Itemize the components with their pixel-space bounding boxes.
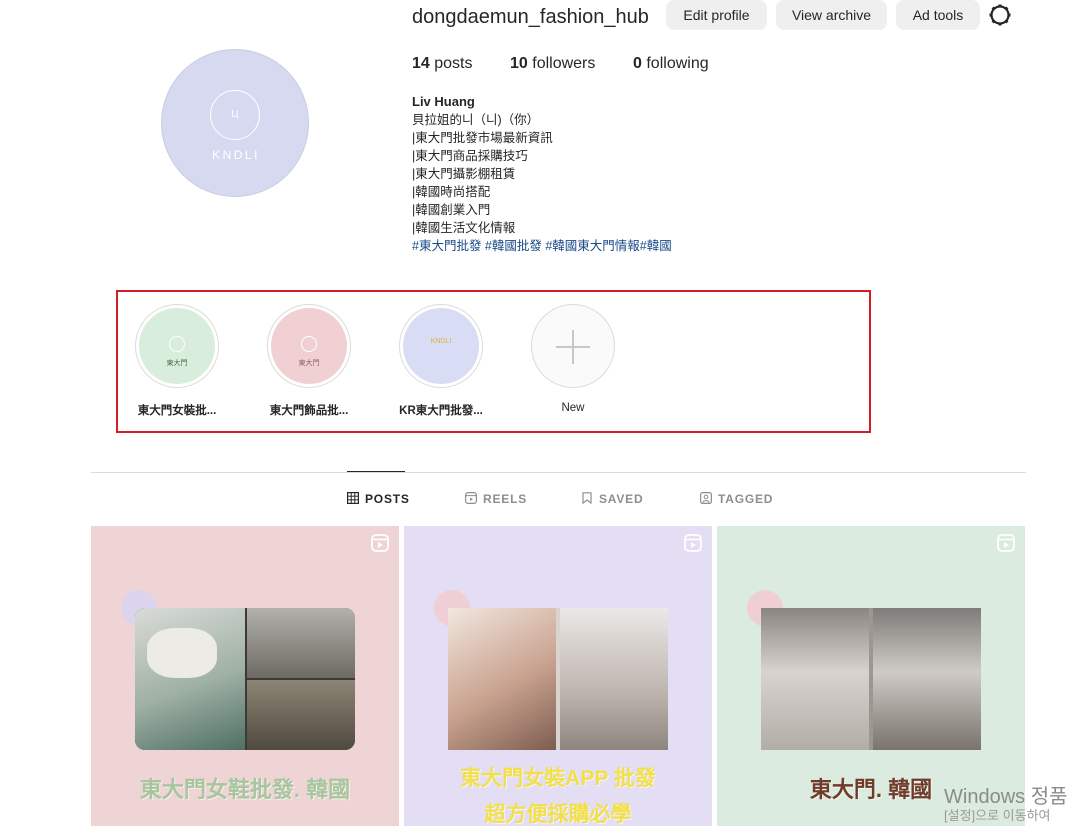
bio-hashtags[interactable]: #東大門批發 #韓國批發 #韓國東大門情報#韓國 — [412, 237, 832, 255]
bio-line: |東大門批發市場最新資訊 — [412, 131, 553, 145]
followers-link[interactable]: 10 followers — [510, 55, 595, 73]
highlight-cover-caption: 東大門 — [298, 360, 320, 367]
highlight-badge-icon — [301, 336, 317, 352]
highlight-1-cover: 東大門 — [139, 308, 215, 384]
avatar-brand-text: KNDLI — [212, 148, 260, 162]
post-tile[interactable]: 東大門女鞋批發. 韓國 — [91, 526, 399, 826]
reel-icon — [684, 534, 702, 552]
bookmark-icon — [582, 492, 592, 504]
bio-line: |韓國生活文化情報 — [412, 221, 516, 235]
profile-bio: Liv Huang 貝拉姐的니（니)（你） |東大門批發市場最新資訊 |東大門商… — [412, 93, 832, 255]
profile-avatar[interactable]: Ц KNDLI — [161, 49, 309, 197]
bio-line: |東大門商品採購技巧 — [412, 149, 528, 163]
gear-icon[interactable] — [988, 3, 1012, 27]
tag-person-icon — [700, 492, 712, 504]
highlight-cover-caption: KNDLI — [430, 338, 452, 345]
bio-line: |韓國創業入門 — [412, 203, 491, 217]
highlight-2[interactable]: 東大門 — [267, 304, 351, 388]
tab-saved-label: SAVED — [599, 492, 644, 506]
view-archive-button[interactable]: View archive — [776, 0, 887, 30]
reel-icon — [997, 534, 1015, 552]
post-photo — [761, 608, 981, 750]
post-subtitle: 超方便採購必學 — [484, 803, 632, 826]
profile-username: dongdaemun_fashion_hub — [412, 6, 649, 28]
tab-posts-label: POSTS — [365, 492, 410, 506]
active-tab-indicator — [347, 471, 405, 472]
reel-icon — [371, 534, 389, 552]
post-title: 東大門女裝APP 批發 — [460, 767, 656, 790]
posts-count-label: posts — [434, 55, 473, 72]
highlight-cover-caption: 東大門 — [166, 360, 188, 367]
tab-tagged-label: TAGGED — [718, 492, 774, 506]
tab-reels-label: REELS — [483, 492, 528, 506]
tab-saved[interactable]: SAVED — [581, 492, 643, 506]
post-title: 東大門女鞋批發. 韓國 — [139, 777, 351, 802]
reels-icon — [465, 492, 477, 504]
bio-name: Liv Huang — [412, 94, 475, 109]
bio-line: |韓國時尚搭配 — [412, 185, 491, 199]
new-highlight-label[interactable]: New — [523, 402, 623, 414]
edit-profile-button[interactable]: Edit profile — [666, 0, 767, 30]
following-count-label: following — [646, 55, 709, 72]
posts-count: 14 posts — [412, 55, 473, 73]
tabs-divider — [91, 472, 1026, 473]
highlight-3-label[interactable]: KR東大門批發... — [391, 402, 491, 418]
post-tile[interactable]: 東大門女裝APP 批發 超方便採購必學 — [404, 526, 712, 826]
followers-count-label: followers — [532, 55, 596, 72]
grid-icon — [347, 492, 359, 504]
highlights-selection-box — [116, 290, 871, 433]
highlight-2-label[interactable]: 東大門飾品批... — [259, 402, 359, 418]
avatar-badge: Ц — [210, 90, 260, 140]
post-photo — [135, 608, 355, 750]
highlight-3[interactable]: KNDLI — [399, 304, 483, 388]
post-photo — [448, 608, 668, 750]
highlight-3-cover: KNDLI — [403, 308, 479, 384]
followers-count-value: 10 — [510, 55, 528, 72]
ad-tools-button[interactable]: Ad tools — [896, 0, 980, 30]
following-count-value: 0 — [633, 55, 642, 72]
windows-activation-hint: [설정]으로 이동하여 — [944, 808, 1051, 823]
bio-line: 貝拉姐的니（니)（你） — [412, 113, 540, 127]
bio-line: |東大門攝影棚租賃 — [412, 167, 516, 181]
highlight-2-cover: 東大門 — [271, 308, 347, 384]
tab-posts[interactable]: POSTS — [347, 492, 410, 506]
tab-reels[interactable]: REELS — [465, 492, 527, 506]
tab-tagged[interactable]: TAGGED — [700, 492, 773, 506]
posts-count-value: 14 — [412, 55, 430, 72]
new-highlight-button[interactable] — [531, 304, 615, 388]
highlight-1-label[interactable]: 東大門女裝批... — [127, 402, 227, 418]
following-link[interactable]: 0 following — [633, 55, 709, 73]
highlight-badge-icon — [169, 336, 185, 352]
highlight-1[interactable]: 東大門 — [135, 304, 219, 388]
